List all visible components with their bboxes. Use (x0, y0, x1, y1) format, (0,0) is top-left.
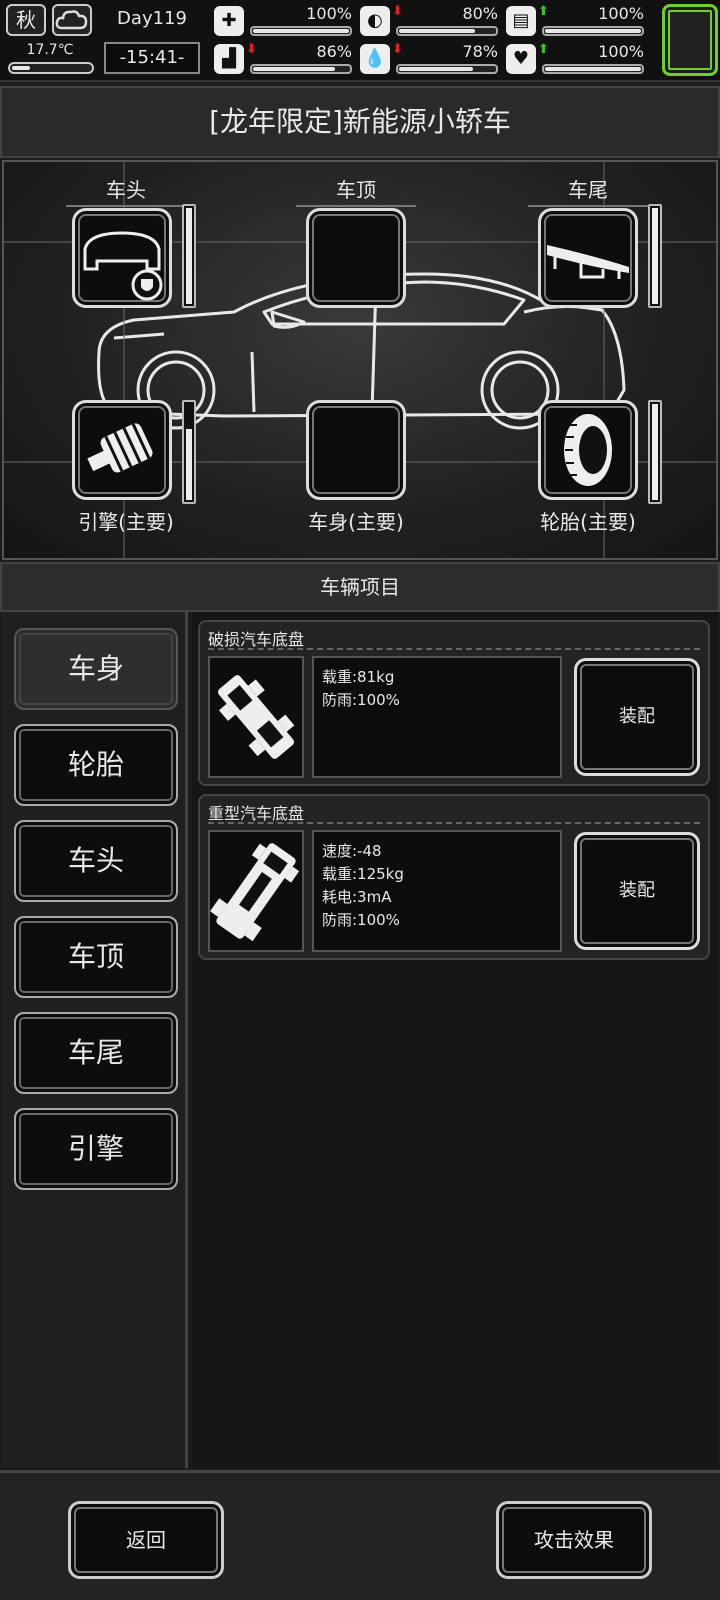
stomach-icon: ◐ (360, 6, 390, 36)
vehicle-items-header: 车辆项目 (0, 562, 720, 612)
trend-arrow: ⬆ (538, 4, 549, 19)
stat-fill (253, 67, 336, 71)
water-drop-icon: 💧 (360, 44, 390, 74)
rear-part-label: 车尾 (528, 174, 648, 207)
category-tab-body[interactable]: 车身 (14, 628, 178, 710)
roof-part-label: 车顶 (296, 174, 416, 207)
vehicle-title: [龙年限定]新能源小轿车 (209, 105, 511, 138)
category-tab-rear[interactable]: 车尾 (14, 1012, 178, 1094)
list-item: 破损汽车底盘 载重:81kg 防雨:100% 装配 (198, 620, 710, 786)
engine-part-label: 引擎(主要) (78, 510, 174, 534)
tire-durability-bar (648, 400, 662, 504)
tire-part-slot[interactable] (538, 400, 638, 500)
broken-chassis-icon (217, 675, 295, 759)
body-part-label: 车身(主要) (308, 510, 404, 534)
engine-durability-bar (182, 400, 196, 504)
bottom-bar: 返回 攻击效果 (0, 1470, 720, 1600)
item-thumbnail (208, 830, 304, 952)
front-bumper-icon (83, 231, 163, 301)
engine-part-slot[interactable] (72, 400, 172, 500)
stamina-stat: ▟ ⬇ 86% (214, 42, 352, 76)
season-badge: 秋 (6, 4, 46, 36)
category-tab-roof[interactable]: 车顶 (14, 916, 178, 998)
front-part-slot[interactable] (72, 208, 172, 308)
trend-arrow: ⬇ (246, 42, 257, 57)
front-durability-bar (182, 204, 196, 308)
item-thumbnail (208, 656, 304, 778)
roof-part-slot[interactable] (306, 208, 406, 308)
back-button[interactable]: 返回 (68, 1501, 224, 1579)
attack-effect-button[interactable]: 攻击效果 (496, 1501, 652, 1579)
trend-arrow: ⬆ (538, 42, 549, 57)
day-counter: Day119 (117, 8, 187, 29)
equip-button[interactable]: 装配 (574, 658, 700, 776)
category-tab-tire[interactable]: 轮胎 (14, 724, 178, 806)
body-part-slot[interactable] (306, 400, 406, 500)
front-part-label: 车头 (66, 174, 186, 207)
rear-spoiler-icon (547, 245, 629, 279)
tire-icon (564, 414, 612, 486)
item-stats: 速度:-48 载重:125kg 耗电:3mA 防雨:100% (312, 830, 562, 952)
temperature-bar (8, 62, 94, 74)
category-tab-engine[interactable]: 引擎 (14, 1108, 178, 1190)
item-name: 重型汽车底盘 (208, 804, 305, 823)
car-parts-panel: 车头 车顶 车尾 引擎(主要) 车身(主要) 轮胎(主要) (2, 160, 718, 560)
status-bar: 秋 17.7℃ Day119 -15:41- ✚ 100% ◐ ⬇ 80% ▤ … (0, 0, 720, 82)
thirst-stat: 💧 ⬇ 78% (360, 42, 498, 76)
battery-icon: ▤ (506, 6, 536, 36)
trend-arrow: ⬇ (392, 4, 403, 19)
stat-fill (545, 29, 641, 33)
item-list: 破损汽车底盘 载重:81kg 防雨:100% 装配 重型汽车底盘 速度:-48 … (192, 612, 718, 1468)
vehicle-title-bar: [龙年限定]新能源小轿车 (0, 86, 720, 158)
stat-fill (545, 67, 641, 71)
stat-fill (399, 29, 476, 33)
stat-fill (253, 29, 349, 33)
category-sidebar: 车身 轮胎 车头 车顶 车尾 引擎 (2, 612, 188, 1468)
stat-fill (399, 67, 474, 71)
hunger-stat: ◐ ⬇ 80% (360, 4, 498, 38)
temperature-label: 17.7℃ (26, 42, 74, 58)
weather-cloud-icon (52, 4, 92, 36)
mood-stat: ♥ ⬆ 100% (506, 42, 644, 76)
health-stat: ✚ 100% (214, 4, 352, 38)
boot-icon: ▟ (214, 44, 244, 74)
rear-durability-bar (648, 204, 662, 308)
heart-icon: ♥ (506, 44, 536, 74)
game-clock: -15:41- (104, 42, 200, 74)
trend-arrow: ⬇ (392, 42, 403, 57)
item-stats: 载重:81kg 防雨:100% (312, 656, 562, 778)
engine-icon (87, 423, 153, 473)
quick-slot[interactable] (662, 4, 718, 76)
list-item: 重型汽车底盘 速度:-48 载重:125kg 耗电:3mA 防雨:100% 装配 (198, 794, 710, 960)
medkit-icon: ✚ (214, 6, 244, 36)
category-tab-front[interactable]: 车头 (14, 820, 178, 902)
tire-part-label: 轮胎(主要) (540, 510, 636, 534)
section-title: 车辆项目 (320, 575, 400, 599)
equip-button[interactable]: 装配 (574, 832, 700, 950)
rear-part-slot[interactable] (538, 208, 638, 308)
energy-stat: ▤ ⬆ 100% (506, 4, 644, 38)
heavy-chassis-icon (210, 843, 300, 942)
item-name: 破损汽车底盘 (208, 630, 305, 649)
